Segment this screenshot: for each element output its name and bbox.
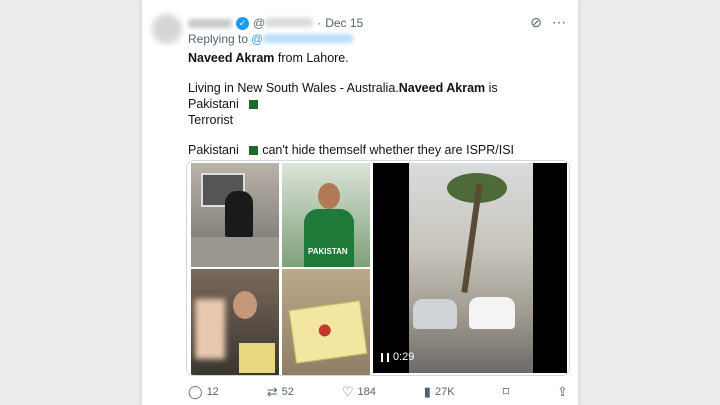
replying-to: Replying to @ [188,32,354,46]
car-white [469,297,515,329]
handle[interactable]: @ [253,16,314,30]
bookmark-icon: ⌑ [502,384,510,399]
like-button[interactable]: ♡ 184 [342,384,376,400]
name-bold-2: Naveed Akram [398,81,486,95]
share-button[interactable]: ⇪ [557,384,568,400]
reply-count: 12 [206,386,219,398]
post-date[interactable]: Dec 15 [325,16,363,30]
video-duration: 0:29 [393,351,415,363]
bookmark-button[interactable]: ⌑ [502,384,509,400]
video-timer[interactable]: 0:29 [381,351,414,363]
blurred-handle [265,18,314,27]
jersey-text: PAKISTAN [308,247,348,256]
license-emblem [317,323,332,338]
handle-prefix: @ [253,16,266,30]
car-silver [413,299,457,329]
photo-person [225,191,253,237]
photo-man-on-balcony[interactable] [191,163,279,267]
pakistan-flag-icon [246,146,259,156]
video-player[interactable]: 0:29 [373,163,567,373]
media-grid: PAKISTAN 0:29 [186,160,570,376]
blurred-face [195,299,225,359]
replying-to-label: Replying to [188,32,249,46]
repost-icon: ⇄ [266,384,278,399]
reply-mention-prefix: @ [251,32,264,46]
like-count: 184 [357,386,376,398]
header-actions: ⊘ ⋯ [530,14,566,31]
heart-icon: ♡ [341,384,354,399]
photo-jersey [304,209,354,267]
more-options-icon[interactable]: ⋯ [552,14,566,31]
text-line-2: Living in New South Wales - Australia.Na… [188,80,548,128]
photo-man-with-card[interactable] [191,269,279,375]
reply-button[interactable]: ◯ 12 [188,384,219,400]
share-icon: ⇪ [557,384,568,399]
line2-start: Living in New South Wales - Australia. [188,81,399,95]
line3-start: Pakistani [188,143,243,157]
views-chart-icon: ▮ [423,384,431,399]
action-bar: ◯ 12 ⇄ 52 ♡ 184 ▮ 27K ⌑ ⇪ [188,384,568,400]
separator-dot: · [317,16,322,30]
photo-cricket-fan[interactable]: PAKISTAN [282,163,370,267]
line1-rest: from Lahore. [274,51,349,65]
photo-license[interactable] [282,269,370,375]
views-count: 27K [434,386,455,398]
license-card [288,300,368,364]
tweet-header: ✓ @ · Dec 15 [188,14,568,32]
avatar[interactable] [152,14,182,44]
line2-end: Terrorist [188,113,234,127]
photo-wall [191,237,279,267]
verified-badge-icon: ✓ [236,16,249,30]
repost-button[interactable]: ⇄ 52 [267,384,294,400]
photo-card [239,343,275,373]
repost-count: 52 [281,386,294,398]
reply-mention[interactable]: @ [251,32,354,46]
video-scene [409,163,533,373]
name-bold-1: Naveed Akram [188,51,275,65]
blurred-mention [263,34,354,43]
pause-icon[interactable] [381,352,389,362]
blurred-display-name[interactable] [188,18,232,28]
views-button[interactable]: ▮ 27K [424,384,455,400]
photo-head [318,183,340,209]
photo-head [233,291,257,319]
tweet-card: ✓ @ · Dec 15 ⊘ ⋯ Replying to @ Naveed Ak… [142,0,578,405]
text-line-1: Naveed Akram from Lahore. [188,50,548,66]
grok-icon[interactable]: ⊘ [530,14,542,31]
pakistan-flag-icon [246,100,259,110]
reply-icon: ◯ [188,384,203,399]
